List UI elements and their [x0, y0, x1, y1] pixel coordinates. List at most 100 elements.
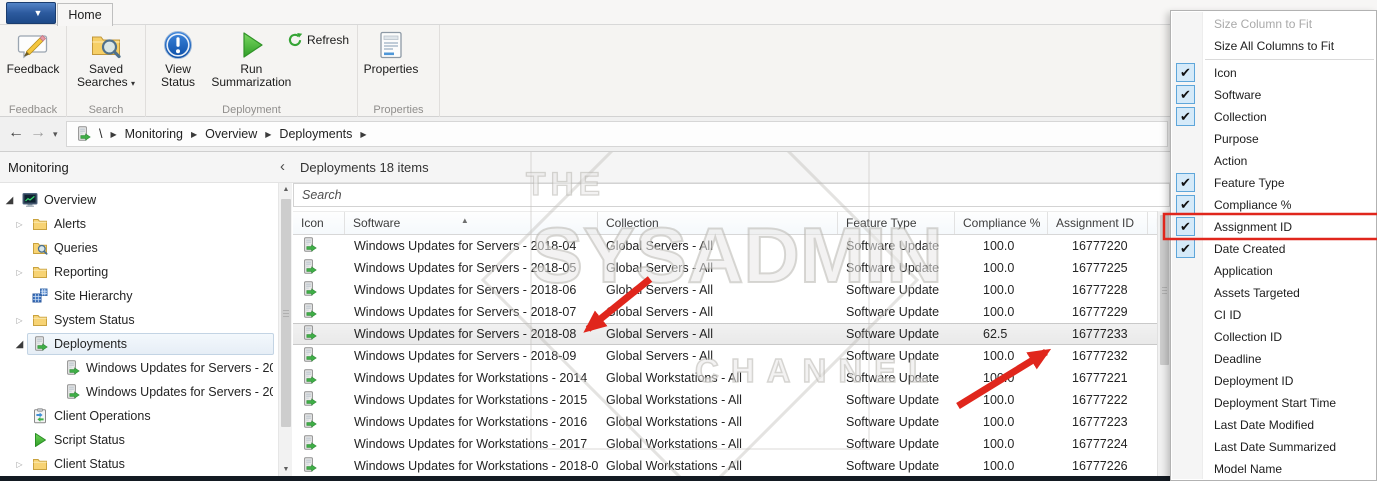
properties-button[interactable]: Properties — [360, 25, 422, 77]
menu-item-last-date-modified[interactable]: Last Date Modified — [1171, 414, 1376, 436]
menu-item-feature-type[interactable]: ✔ Feature Type — [1171, 172, 1376, 194]
column-header-icon[interactable]: Icon — [293, 212, 345, 234]
expander-collapsed-icon[interactable]: ▷ — [12, 220, 27, 229]
breadcrumb-arrow-icon[interactable]: ▶ — [360, 130, 366, 139]
breadcrumb-arrow-icon[interactable]: ▶ — [191, 130, 197, 139]
column-header-software[interactable]: Software ▲ — [345, 212, 598, 234]
back-button[interactable]: ← — [8, 124, 24, 142]
sidebar-item-overview[interactable]: ◢ Overview — [0, 188, 278, 212]
deployment-server-icon — [64, 360, 80, 376]
table-row[interactable]: Windows Updates for Servers - 2018-04 Glo… — [293, 235, 1170, 257]
sidebar-item-windows-updates-for-servers-2018-08[interactable]: Windows Updates for Servers - 2018-08 — [0, 380, 278, 404]
menu-item-label: Model Name — [1214, 462, 1283, 476]
expander-expanded-icon[interactable]: ◢ — [12, 339, 27, 350]
menu-item-deadline[interactable]: Deadline — [1171, 348, 1376, 370]
sidebar-scrollbar[interactable]: ▲ ▼ — [278, 183, 292, 476]
forward-button[interactable]: → — [30, 124, 46, 142]
sidebar-item-system-status[interactable]: ▷ System Status — [0, 308, 278, 332]
column-header-compliance[interactable]: Compliance % — [955, 212, 1048, 234]
expander-collapsed-icon[interactable]: ▷ — [12, 268, 27, 277]
feedback-button[interactable]: Feedback — [2, 25, 64, 77]
sidebar-item-alerts[interactable]: ▷ Alerts — [0, 212, 278, 236]
column-header-collection[interactable]: Collection — [598, 212, 838, 234]
checkbox-checked-icon[interactable]: ✔ — [1176, 107, 1195, 126]
menu-item-collection-id[interactable]: Collection ID — [1171, 326, 1376, 348]
menu-item-deployment-start-time[interactable]: Deployment Start Time — [1171, 392, 1376, 414]
sidebar-item-deployments[interactable]: ◢ Deployments — [0, 332, 278, 356]
breadcrumb-arrow-icon[interactable]: ▶ — [110, 130, 116, 139]
checkbox-checked-icon[interactable]: ✔ — [1176, 85, 1195, 104]
collapse-sidebar-button[interactable]: ‹ — [280, 158, 285, 175]
table-row[interactable]: Windows Updates for Workstations - 2015 G… — [293, 389, 1170, 411]
menu-item-assets-targeted[interactable]: Assets Targeted — [1171, 282, 1376, 304]
menu-item-software[interactable]: ✔ Software — [1171, 84, 1376, 106]
tab-home[interactable]: Home — [57, 3, 113, 26]
cell-assignment-id: 16777223 — [1072, 415, 1128, 429]
cell-feature-type: Software Update — [846, 239, 940, 253]
expander-collapsed-icon[interactable]: ▷ — [12, 316, 27, 325]
expander-collapsed-icon[interactable]: ▷ — [12, 460, 27, 469]
table-row[interactable]: Windows Updates for Servers - 2018-05 Glo… — [293, 257, 1170, 279]
menu-item-last-date-summarized[interactable]: Last Date Summarized — [1171, 436, 1376, 458]
menu-item-application[interactable]: Application — [1171, 260, 1376, 282]
sidebar-item-script-status[interactable]: Script Status — [0, 428, 278, 452]
history-dropdown-icon[interactable]: ▾ — [53, 129, 58, 140]
scrollbar-thumb[interactable] — [1160, 215, 1169, 365]
scrollbar-thumb[interactable] — [281, 199, 291, 427]
column-header-feature-type[interactable]: Feature Type — [838, 212, 955, 234]
menu-item-model-name[interactable]: Model Name — [1171, 458, 1376, 480]
app-menu-button[interactable]: ▼ — [6, 2, 56, 24]
sidebar-item-client-operations[interactable]: Client Operations — [0, 404, 278, 428]
sidebar-item-label: Alerts — [54, 217, 86, 231]
list-scrollbar[interactable] — [1157, 211, 1170, 477]
checkbox-checked-icon[interactable]: ✔ — [1176, 63, 1195, 82]
table-row[interactable]: Windows Updates for Servers - 2018-06 Glo… — [293, 279, 1170, 301]
sidebar-item-label: Overview — [44, 193, 97, 207]
menu-item-purpose[interactable]: Purpose — [1171, 128, 1376, 150]
checkbox-checked-icon[interactable]: ✔ — [1176, 195, 1195, 214]
table-row[interactable]: Windows Updates for Servers - 2018-09 Glo… — [293, 345, 1170, 367]
menu-item-date-created[interactable]: ✔ Date Created — [1171, 238, 1376, 260]
table-row[interactable]: Windows Updates for Workstations - 2018-… — [293, 455, 1170, 477]
breadcrumb-segment-overview[interactable]: Overview — [205, 127, 257, 141]
table-row[interactable]: Windows Updates for Workstations - 2014 G… — [293, 367, 1170, 389]
breadcrumb-segment-deployments[interactable]: Deployments — [279, 127, 352, 141]
table-row-selected[interactable]: Windows Updates for Servers - 2018-08 Glo… — [293, 323, 1170, 345]
scroll-down-icon[interactable]: ▼ — [279, 466, 293, 473]
search-input[interactable] — [294, 184, 1169, 206]
breadcrumb-arrow-icon[interactable]: ▶ — [265, 130, 271, 139]
table-row[interactable]: Windows Updates for Workstations - 2016 G… — [293, 411, 1170, 433]
cell-assignment-id: 16777229 — [1072, 305, 1128, 319]
menu-item-size-all-columns-to-fit[interactable]: Size All Columns to Fit — [1171, 35, 1376, 57]
menu-item-icon[interactable]: ✔ Icon — [1171, 62, 1376, 84]
checkbox-checked-icon[interactable]: ✔ — [1176, 239, 1195, 258]
view-status-button[interactable]: View Status — [154, 25, 202, 90]
checkbox-checked-icon[interactable]: ✔ — [1176, 173, 1195, 192]
saved-searches-button[interactable]: Saved Searches ▾ — [70, 25, 142, 91]
run-summarization-button[interactable]: Run Summarization — [205, 25, 297, 90]
sidebar-item-queries[interactable]: Queries — [0, 236, 278, 260]
sidebar-item-client-status[interactable]: ▷ Client Status — [0, 452, 278, 476]
column-header-assignment-id[interactable]: Assignment ID — [1048, 212, 1148, 234]
menu-item-ci-id[interactable]: CI ID — [1171, 304, 1376, 326]
table-row[interactable]: Windows Updates for Servers - 2018-07 Glo… — [293, 301, 1170, 323]
menu-item-deployment-id[interactable]: Deployment ID — [1171, 370, 1376, 392]
table-row[interactable]: Windows Updates for Workstations - 2017 G… — [293, 433, 1170, 455]
breadcrumb-segment-monitoring[interactable]: Monitoring — [125, 127, 183, 141]
tree-node: Windows Updates for Servers - 2017 Stat — [59, 357, 278, 379]
breadcrumb-segment-root[interactable]: \ — [99, 127, 102, 141]
sidebar-item-site-hierarchy[interactable]: Site Hierarchy — [0, 284, 278, 308]
expander-expanded-icon[interactable]: ◢ — [2, 195, 17, 206]
cell-software: Windows Updates for Workstations - 2017 — [354, 437, 588, 451]
refresh-button[interactable]: Refresh — [286, 31, 350, 49]
column-header-label: Software — [353, 216, 401, 230]
menu-item-compliance[interactable]: ✔ Compliance % — [1171, 194, 1376, 216]
menu-item-collection[interactable]: ✔ Collection — [1171, 106, 1376, 128]
sidebar-item-windows-updates-for-servers-2017-stat[interactable]: Windows Updates for Servers - 2017 Stat — [0, 356, 278, 380]
scroll-up-icon[interactable]: ▲ — [279, 186, 293, 193]
sidebar-item-reporting[interactable]: ▷ Reporting — [0, 260, 278, 284]
menu-item-action[interactable]: Action — [1171, 150, 1376, 172]
sidebar-item-label: System Status — [54, 313, 135, 327]
checkbox-checked-icon[interactable]: ✔ — [1176, 217, 1195, 236]
menu-item-assignment-id[interactable]: ✔ Assignment ID — [1171, 216, 1376, 238]
